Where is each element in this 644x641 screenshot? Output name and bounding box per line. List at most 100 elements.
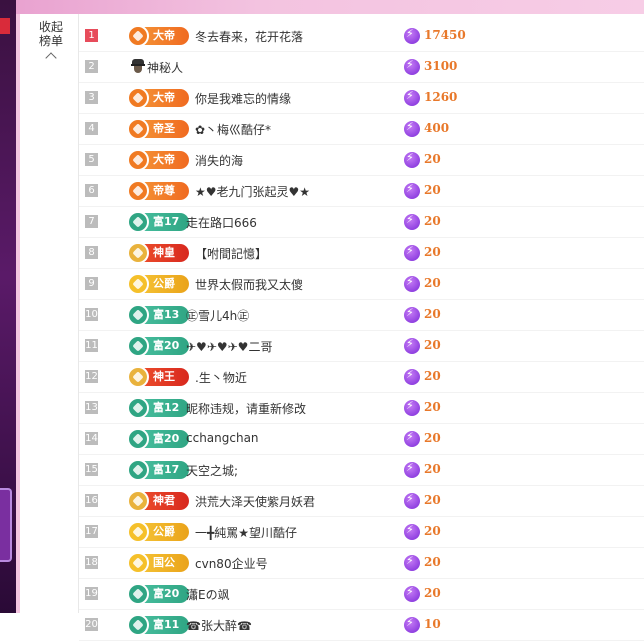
score-value: 10 — [424, 617, 441, 631]
ranking-row[interactable]: 20 富11 ☎张大醉☎ 10 — [79, 610, 644, 641]
level-badge: 神王 — [127, 366, 189, 388]
rank-number: 18 — [85, 556, 98, 569]
ranking-row[interactable]: 10 富13 ㊣雪儿4h㊣ 20 — [79, 300, 644, 331]
badge-emblem-icon — [127, 583, 149, 605]
badge-label: 神君 — [153, 494, 175, 507]
badge-label: 富11 — [153, 618, 180, 631]
user-name[interactable]: 世界太假而我又太傻 — [195, 276, 303, 293]
ranking-row[interactable]: 13 富12 昵称违规，请重新修改 20 — [79, 393, 644, 424]
user-name[interactable]: 昵称违规，请重新修改 — [186, 400, 306, 417]
score-value: 20 — [424, 524, 441, 538]
ranking-row[interactable]: 16 神君 洪荒大泽天使紫月妖君 20 — [79, 486, 644, 517]
ranking-row[interactable]: 11 富20 ✈♥✈♥✈♥二哥 20 — [79, 331, 644, 362]
badge-label: 帝圣 — [153, 122, 175, 135]
ranking-row[interactable]: 7 富17 走在路口666 20 — [79, 207, 644, 238]
badge-label: 富13 — [153, 308, 180, 321]
rank-number: 20 — [85, 618, 98, 631]
user-name[interactable]: 冬去春来，花开花落 — [195, 28, 303, 45]
side-red-tab[interactable] — [0, 18, 10, 34]
ranking-row[interactable]: 12 神王 .生丶物近 20 — [79, 362, 644, 393]
lightning-icon — [404, 58, 420, 75]
user-name[interactable]: ✿丶梅巛酷仔* — [195, 121, 271, 138]
badge-label: 公爵 — [153, 525, 175, 538]
user-name[interactable]: 【咐間記憶】 — [195, 245, 267, 262]
user-name[interactable]: ★♥老九门张起灵♥★ — [195, 183, 310, 200]
lightning-icon — [404, 213, 420, 230]
rank-number: 19 — [85, 587, 98, 600]
ranking-row[interactable]: 5 大帝 消失的海 20 — [79, 145, 644, 176]
lightning-icon — [404, 585, 420, 602]
user-name[interactable]: 一╋純罵★望川酷仔 — [195, 524, 297, 541]
badge-label: 大帝 — [153, 29, 175, 42]
ranking-row[interactable]: 17 公爵 一╋純罵★望川酷仔 20 — [79, 517, 644, 548]
user-name[interactable]: 你是我难忘的情缘 — [195, 90, 291, 107]
user-name[interactable]: .生丶物近 — [195, 369, 247, 386]
user-name[interactable]: ☎张大醉☎ — [186, 617, 252, 634]
score-value: 20 — [424, 493, 441, 507]
user-name[interactable]: 瀟Eの飒 — [186, 586, 230, 603]
lightning-icon — [404, 182, 420, 199]
lightning-icon — [404, 554, 420, 571]
rank-number: 3 — [85, 91, 98, 104]
score-value: 20 — [424, 183, 441, 197]
rank-number: 4 — [85, 122, 98, 135]
user-name[interactable]: 洪荒大泽天使紫月妖君 — [195, 493, 315, 510]
score-value: 20 — [424, 586, 441, 600]
user-name[interactable]: cvn80企业号 — [195, 555, 268, 572]
badge-emblem-icon — [127, 273, 149, 295]
score-value: 20 — [424, 307, 441, 321]
level-badge: 神皇 — [127, 242, 189, 264]
ranking-row[interactable]: 8 神皇 【咐間記憶】 20 — [79, 238, 644, 269]
badge-label: 大帝 — [153, 91, 175, 104]
user-name[interactable]: 天空之城; — [186, 462, 238, 479]
rank-number: 7 — [85, 215, 98, 228]
ranking-row[interactable]: 1 大帝 冬去春来，花开花落 17450 — [79, 21, 644, 52]
ranking-row[interactable]: 4 帝圣 ✿丶梅巛酷仔* 400 — [79, 114, 644, 145]
user-name[interactable]: 消失的海 — [195, 152, 243, 169]
ranking-row[interactable]: 18 国公 cvn80企业号 20 — [79, 548, 644, 579]
badge-label: 富20 — [153, 339, 180, 352]
level-badge: 大帝 — [127, 87, 189, 109]
level-badge: 神君 — [127, 490, 189, 512]
rank-number: 9 — [85, 277, 98, 290]
lightning-icon — [404, 368, 420, 385]
rank-number: 8 — [85, 246, 98, 259]
score-value: 20 — [424, 462, 441, 476]
score-value: 1260 — [424, 90, 458, 104]
score-value: 17450 — [424, 28, 466, 42]
level-badge: 富11 — [127, 614, 189, 636]
side-purple-panel — [0, 488, 12, 562]
rank-number: 1 — [85, 29, 98, 42]
rank-number: 17 — [85, 525, 98, 538]
badge-emblem-icon — [127, 552, 149, 574]
ranking-row[interactable]: 14 富20 cchangchan 20 — [79, 424, 644, 455]
lightning-icon — [404, 461, 420, 478]
badge-label: 富20 — [153, 587, 180, 600]
badge-emblem-icon — [127, 459, 149, 481]
ranking-row[interactable]: 19 富20 瀟Eの飒 20 — [79, 579, 644, 610]
ranking-row[interactable]: 9 公爵 世界太假而我又太傻 20 — [79, 269, 644, 300]
badge-emblem-icon — [127, 242, 149, 264]
ranking-row[interactable]: 15 富17 天空之城; 20 — [79, 455, 644, 486]
ranking-row[interactable]: 6 帝尊 ★♥老九门张起灵♥★ 20 — [79, 176, 644, 207]
lightning-icon — [404, 492, 420, 509]
score-value: 20 — [424, 400, 441, 414]
mystery-person-icon — [131, 59, 145, 73]
score-value: 20 — [424, 369, 441, 383]
user-name[interactable]: ✈♥✈♥✈♥二哥 — [186, 338, 272, 355]
lightning-icon — [404, 244, 420, 261]
collapse-ranking-button[interactable]: 收起榜单 — [28, 20, 74, 64]
user-name[interactable]: cchangchan — [186, 431, 259, 445]
user-name[interactable]: ㊣雪儿4h㊣ — [186, 307, 249, 324]
user-name[interactable]: 走在路口666 — [186, 214, 257, 231]
badge-emblem-icon — [127, 490, 149, 512]
level-badge: 富12 — [127, 397, 189, 419]
badge-emblem-icon — [127, 366, 149, 388]
rank-number: 13 — [85, 401, 98, 414]
ranking-list: 1大帝冬去春来，花开花落174502神秘人31003大帝你是我难忘的情缘1260… — [79, 21, 644, 641]
user-name[interactable]: 神秘人 — [147, 59, 183, 76]
badge-label: 国公 — [153, 556, 175, 569]
ranking-row[interactable]: 3 大帝 你是我难忘的情缘 1260 — [79, 83, 644, 114]
lightning-icon — [404, 616, 420, 633]
ranking-row[interactable]: 2 神秘人 3100 — [79, 52, 644, 83]
